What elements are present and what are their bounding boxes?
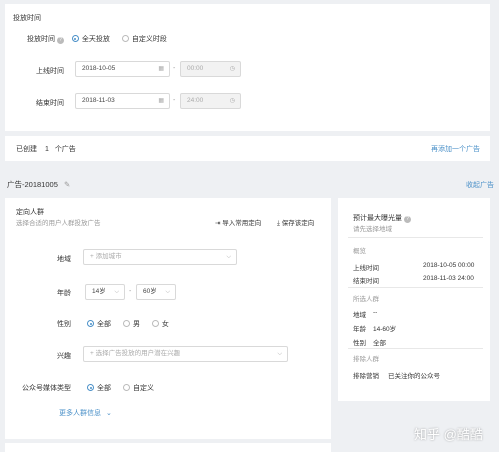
chevron-down-icon: ⌵ (165, 289, 170, 295)
calendar-icon: ▦ (158, 98, 164, 104)
schedule-mode-label: 投放时间 (27, 36, 55, 43)
summary-hint: 请先选择地域 (353, 226, 392, 233)
chevron-down-icon: ⌵ (277, 351, 282, 357)
ad-name: 广告-20181005 ✎ (7, 180, 71, 189)
summary-gender-label: 性别 (353, 340, 366, 347)
schedule-card: 投放时间 投放时间 ? 全天投放 自定义时段 上线时间 2018-10-05 ▦… (5, 4, 490, 131)
targeting-title: 定向人群 (16, 209, 44, 216)
summary-title: 预计最大曝光量 ? (353, 213, 411, 223)
created-bar: 已创建 1 个广告 再添加一个广告 (5, 136, 490, 161)
start-date-input[interactable]: 2018-10-05 ▦ (75, 61, 170, 77)
targeting-subtitle: 选择合适的用户人群投放广告 (16, 220, 101, 227)
summary-age-label: 年龄 (353, 326, 366, 333)
summary-region-value: -- (373, 309, 378, 316)
exclude-heading: 排除人群 (353, 356, 379, 363)
end-dash: - (173, 97, 176, 104)
interest-select[interactable]: + 选择广告投放的用户潜在兴趣 ⌵ (83, 346, 288, 362)
start-label: 上线时间 (36, 68, 64, 75)
audience-heading: 所选人群 (353, 296, 379, 303)
targeting-card: 定向人群 选择合适的用户人群投放广告 ⇥ 导入常用定向 ⤓ 保存该定向 地域 +… (5, 198, 331, 439)
radio-icon (151, 320, 159, 327)
import-icon: ⇥ (215, 220, 221, 227)
summary-start-label: 上线时间 (353, 265, 379, 272)
clock-icon: ◷ (229, 66, 235, 72)
media-type-label: 公众号媒体类型 (22, 385, 71, 392)
more-audience-link[interactable]: 更多人群信息 ⌄ (59, 408, 112, 418)
summary-gender-value: 全部 (373, 340, 386, 347)
end-time-input[interactable]: 24:00 ◷ (180, 93, 241, 109)
edit-icon[interactable]: ✎ (64, 180, 70, 189)
start-time-input[interactable]: 00:00 ◷ (180, 61, 241, 77)
summary-exclude-label: 排除营销 (353, 373, 379, 380)
save-targeting-button[interactable]: ⤓ 保存该定向 (277, 217, 314, 228)
radio-icon (87, 320, 94, 327)
region-select[interactable]: + 添加城市 ⌵ (83, 249, 237, 265)
age-label: 年龄 (57, 290, 71, 297)
start-dash: - (173, 65, 176, 72)
radio-icon (87, 384, 94, 391)
age-max-select[interactable]: 60岁 ⌵ (136, 284, 176, 300)
divider (348, 348, 483, 349)
option-custom-time[interactable]: 自定义时段 (121, 35, 167, 43)
age-dash: - (129, 288, 132, 295)
chevron-down-icon: ⌄ (105, 410, 112, 417)
radio-icon (121, 35, 129, 42)
chevron-down-icon: ⌵ (114, 289, 119, 295)
option-all-day[interactable]: 全天投放 (71, 35, 110, 43)
gender-label: 性别 (57, 321, 71, 328)
gender-male-option[interactable]: 男 (122, 320, 140, 328)
clock-icon: ◷ (229, 98, 235, 104)
radio-icon (122, 384, 130, 391)
media-custom-option[interactable]: 自定义 (122, 384, 154, 392)
summary-end-value: 2018-11-03 24:00 (423, 275, 474, 282)
summary-exclude-value: 已关注你的公众号 (388, 373, 440, 380)
divider (348, 287, 483, 288)
radio-icon (122, 320, 130, 327)
created-count: 已创建 1 个广告 (16, 146, 76, 153)
summary-region-label: 地域 (353, 312, 366, 319)
gender-options: 全部 男 女 (87, 319, 169, 329)
help-icon[interactable]: ? (403, 216, 411, 223)
overview-heading: 概览 (353, 248, 366, 255)
age-min-select[interactable]: 14岁 ⌵ (85, 284, 125, 300)
summary-card: 预计最大曝光量 ? 请先选择地域 概览 上线时间 2018-10-05 00:0… (338, 198, 490, 401)
gender-female-option[interactable]: 女 (151, 320, 169, 328)
watermark: 知乎 @酷酷 (414, 427, 483, 442)
import-targeting-button[interactable]: ⇥ 导入常用定向 (215, 217, 261, 227)
summary-age-value: 14-60岁 (373, 326, 397, 333)
region-label: 地域 (57, 256, 71, 263)
chevron-down-icon: ⌵ (226, 254, 231, 260)
calendar-icon: ▦ (158, 66, 164, 72)
next-section-card (5, 443, 331, 452)
save-icon: ⤓ (277, 220, 280, 227)
end-label: 结束时间 (36, 100, 64, 107)
media-all-option[interactable]: 全部 (87, 384, 111, 392)
schedule-title: 投放时间 (13, 15, 41, 22)
add-ad-link[interactable]: 再添加一个广告 (431, 144, 480, 154)
radio-icon (71, 35, 79, 42)
summary-start-value: 2018-10-05 00:00 (423, 262, 475, 269)
summary-end-label: 结束时间 (353, 278, 379, 285)
help-icon[interactable]: ? (56, 37, 64, 44)
collapse-ad-link[interactable]: 收起广告 (466, 180, 494, 190)
divider (348, 237, 483, 238)
end-date-input[interactable]: 2018-11-03 ▦ (75, 93, 170, 109)
interest-label: 兴趣 (57, 353, 71, 360)
media-options: 全部 自定义 (87, 383, 154, 393)
schedule-mode-row: 投放时间 ? 全天投放 自定义时段 (27, 34, 167, 44)
gender-all-option[interactable]: 全部 (87, 320, 111, 328)
